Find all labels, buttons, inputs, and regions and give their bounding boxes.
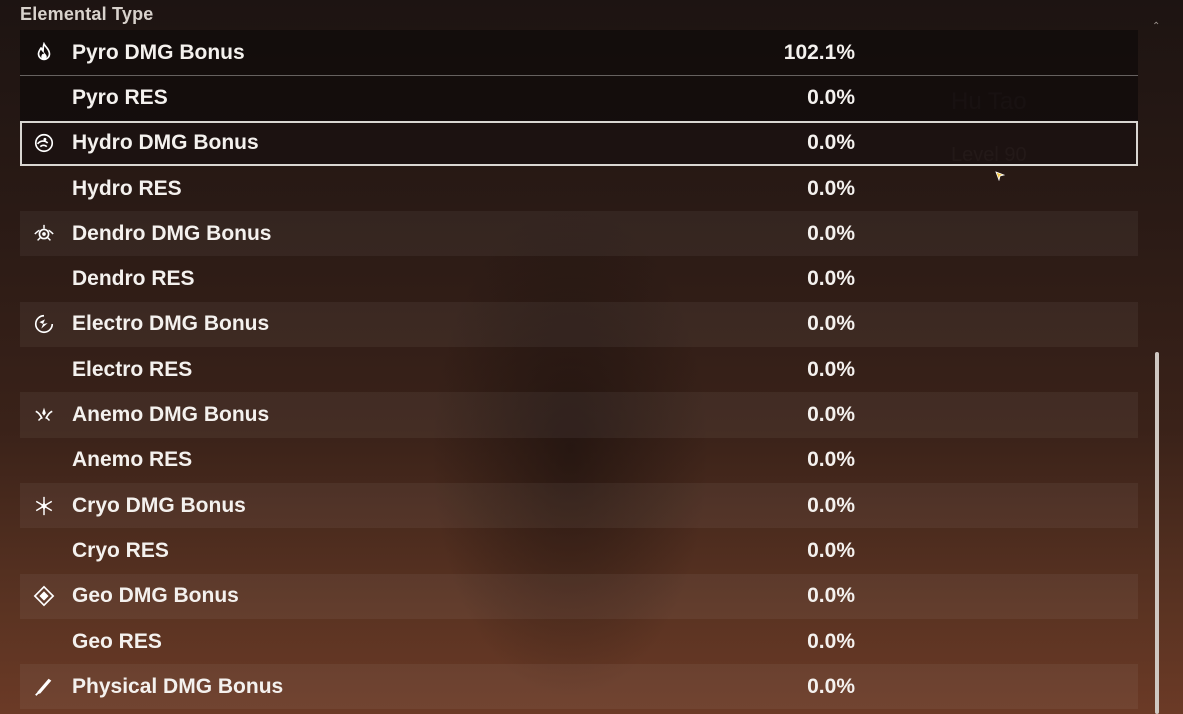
stat-value: 0.0% (807, 584, 855, 608)
stat-row-anemo-res[interactable]: Anemo RES 0.0% (20, 438, 1138, 483)
scroll-up-arrow-icon[interactable]: ⌃ (1152, 22, 1162, 32)
stat-label: Anemo RES (72, 448, 193, 472)
pyro-icon (33, 41, 55, 64)
electro-icon (33, 313, 55, 335)
stat-row-cryo-res[interactable]: Cryo RES 0.0% (20, 528, 1138, 573)
stat-label: Hydro RES (72, 176, 182, 200)
stat-row-electro-dmg[interactable]: Electro DMG Bonus 0.0% (20, 301, 1138, 348)
stat-value: 0.0% (807, 357, 855, 381)
stat-row-pyro-dmg[interactable]: Pyro DMG Bonus 102.1% (20, 30, 1138, 76)
stat-row-geo-dmg[interactable]: Geo DMG Bonus 0.0% (20, 573, 1138, 619)
stat-row-dendro-dmg[interactable]: Dendro DMG Bonus 0.0% (20, 211, 1138, 257)
stat-row-physical-dmg[interactable]: Physical DMG Bonus 0.0% (20, 664, 1138, 710)
stat-value: 0.0% (807, 538, 855, 562)
stat-value: 0.0% (807, 267, 855, 291)
stat-value: 0.0% (807, 493, 855, 517)
stat-row-geo-res[interactable]: Geo RES 0.0% (20, 619, 1138, 664)
stat-value: 0.0% (807, 312, 855, 336)
stat-value: 0.0% (807, 176, 855, 200)
mouse-cursor-icon (995, 166, 1006, 182)
stat-label: Physical DMG Bonus (72, 674, 284, 698)
section-title: Elemental Type (20, 4, 154, 24)
stat-value: 0.0% (807, 674, 855, 698)
stat-value: 0.0% (807, 131, 855, 155)
stat-label: Dendro RES (72, 267, 195, 291)
stat-value: 102.1% (783, 40, 855, 64)
stat-value: 0.0% (807, 221, 855, 245)
stat-label: Pyro DMG Bonus (72, 40, 245, 64)
stat-label: Pyro RES (72, 86, 168, 110)
physical-icon (33, 676, 55, 698)
stat-value: 0.0% (807, 629, 855, 653)
stat-row-anemo-dmg[interactable]: Anemo DMG Bonus 0.0% (20, 392, 1138, 438)
stat-value: 0.0% (807, 403, 855, 427)
stat-row-dendro-res[interactable]: Dendro RES 0.0% (20, 256, 1138, 301)
stat-label: Electro RES (72, 357, 193, 381)
stat-row-pyro-res[interactable]: Pyro RES 0.0% (20, 75, 1138, 121)
cryo-icon (33, 495, 55, 517)
dendro-icon (33, 223, 55, 245)
hydro-icon (33, 132, 55, 154)
stat-value: 0.0% (807, 86, 855, 110)
stat-row-hydro-dmg[interactable]: Hydro DMG Bonus 0.0% (20, 120, 1138, 166)
stat-label: Anemo DMG Bonus (72, 403, 270, 427)
stat-row-electro-res[interactable]: Electro RES 0.0% (20, 347, 1138, 392)
anemo-icon (33, 404, 55, 426)
stat-label: Cryo RES (72, 538, 169, 562)
geo-icon (33, 585, 55, 607)
stat-label: Electro DMG Bonus (72, 312, 270, 336)
elemental-stats-list: Pyro DMG Bonus 102.1% Pyro RES 0.0% Hydr… (20, 30, 1138, 710)
stat-value: 0.0% (807, 448, 855, 472)
stat-row-hydro-res[interactable]: Hydro RES 0.0% (20, 166, 1138, 211)
stat-label: Geo RES (72, 629, 162, 653)
stat-label: Hydro DMG Bonus (72, 131, 259, 155)
scrollbar-thumb[interactable] (1155, 352, 1159, 714)
stat-label: Cryo DMG Bonus (72, 493, 246, 517)
stat-label: Geo DMG Bonus (72, 584, 239, 608)
stat-row-cryo-dmg[interactable]: Cryo DMG Bonus 0.0% (20, 482, 1138, 529)
stat-label: Dendro DMG Bonus (72, 221, 272, 245)
